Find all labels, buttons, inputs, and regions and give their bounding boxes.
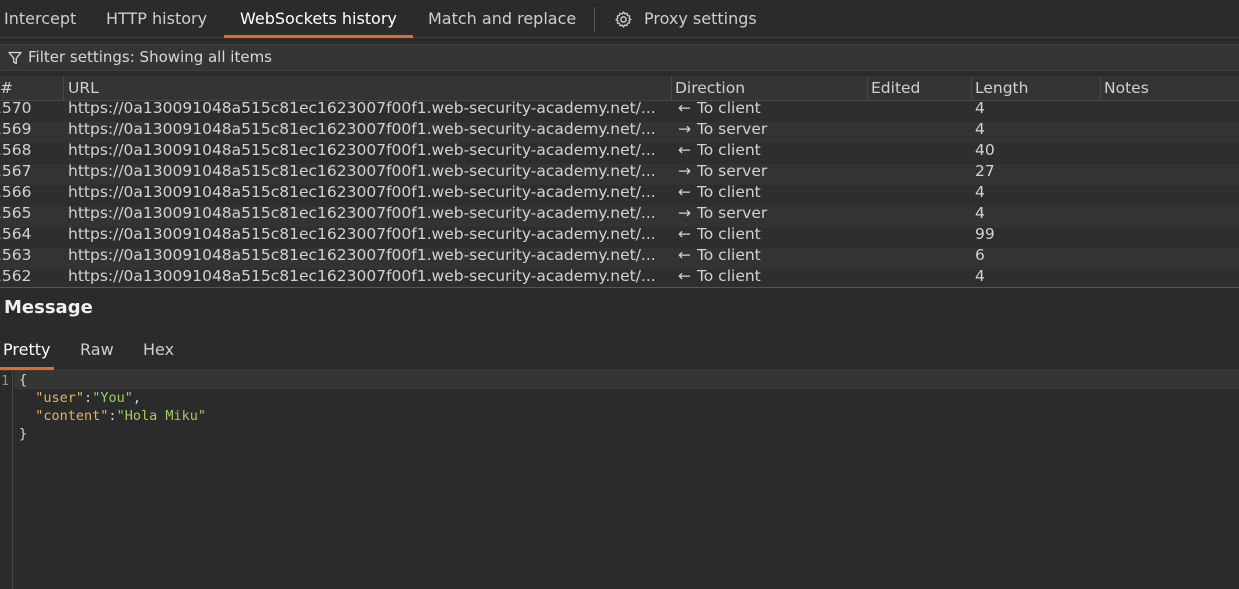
row-url: https://0a130091048a515c81ec1623007f00f1… (68, 269, 656, 285)
column-header-notes[interactable]: Notes (1100, 76, 1239, 101)
table-row[interactable]: 1566 https://0a130091048a515c81ec1623007… (0, 185, 1239, 206)
row-url: https://0a130091048a515c81ec1623007f00f1… (68, 227, 656, 243)
column-header-url[interactable]: URL (64, 76, 672, 101)
arrow-left-icon: ← (678, 101, 691, 117)
json-key-user: "user" (35, 390, 85, 406)
arrow-left-icon: ← (678, 185, 691, 201)
column-header-number[interactable]: # (0, 76, 64, 101)
arrow-right-icon: → (678, 122, 691, 138)
tab-raw[interactable]: Raw (80, 334, 114, 370)
filter-settings-bar[interactable]: Filter settings: Showing all items (0, 44, 1239, 71)
brace-open: { (19, 372, 28, 388)
row-length: 4 (975, 101, 985, 117)
arrow-left-icon: ← (678, 143, 691, 159)
code-line: "user":"You", (35, 390, 141, 406)
row-direction-label: To client (696, 269, 761, 285)
row-length: 4 (975, 269, 985, 285)
message-panel-title: Message (4, 297, 93, 318)
row-length: 6 (975, 248, 985, 264)
code-line: } (14, 425, 1239, 443)
row-direction: ← To client (678, 269, 858, 287)
arrow-left-icon: ← (678, 248, 691, 264)
filter-settings-text: Filter settings: Showing all items (28, 48, 272, 66)
arrow-right-icon: → (678, 206, 691, 222)
row-direction-label: To client (696, 185, 761, 201)
message-editor[interactable]: { "user":"You", "content":"Hola Miku" } (14, 371, 1239, 443)
code-line: "content":"Hola Miku" (35, 408, 206, 424)
row-url: https://0a130091048a515c81ec1623007f00f1… (68, 206, 656, 222)
tab-separator (594, 7, 595, 32)
row-url: https://0a130091048a515c81ec1623007f00f1… (68, 185, 656, 201)
row-number: 1564 (0, 227, 32, 243)
row-direction-label: To server (696, 122, 768, 138)
row-direction: ← To client (678, 143, 858, 164)
tab-http-history[interactable]: HTTP history (90, 0, 223, 38)
row-direction-label: To client (696, 248, 761, 264)
row-direction: → To server (678, 164, 858, 185)
panel-divider[interactable] (0, 287, 1239, 288)
table-row[interactable]: 1563 https://0a130091048a515c81ec1623007… (0, 248, 1239, 269)
row-number: 1569 (0, 122, 32, 138)
row-number: 1566 (0, 185, 32, 201)
row-direction-label: To server (696, 164, 768, 180)
table-row[interactable]: 1562 https://0a130091048a515c81ec1623007… (0, 269, 1239, 287)
column-header-direction[interactable]: Direction (671, 76, 868, 101)
row-length: 4 (975, 185, 985, 201)
arrow-right-icon: → (678, 164, 691, 180)
row-number: 1565 (0, 206, 32, 222)
json-value-user: "You" (92, 390, 133, 406)
row-number: 1567 (0, 164, 32, 180)
row-url: https://0a130091048a515c81ec1623007f00f1… (68, 101, 656, 117)
filter-icon (8, 51, 22, 65)
column-header-length[interactable]: Length (971, 76, 1101, 101)
row-direction: ← To client (678, 248, 858, 269)
line-number-gutter (0, 371, 13, 589)
row-direction: → To server (678, 206, 858, 227)
code-line: { (14, 371, 1239, 389)
row-direction-label: To server (696, 206, 768, 222)
table-row[interactable]: 1570 https://0a130091048a515c81ec1623007… (0, 101, 1239, 122)
row-length: 4 (975, 122, 985, 138)
row-length: 27 (975, 164, 995, 180)
row-number: 1562 (0, 269, 32, 285)
row-url: https://0a130091048a515c81ec1623007f00f1… (68, 122, 656, 138)
row-direction: ← To client (678, 185, 858, 206)
table-header: # URL Direction Edited Length Notes (0, 76, 1239, 101)
websockets-table: 1570 https://0a130091048a515c81ec1623007… (0, 101, 1239, 287)
table-row[interactable]: 1567 https://0a130091048a515c81ec1623007… (0, 164, 1239, 185)
row-direction: ← To client (678, 227, 858, 248)
tab-websockets-history[interactable]: WebSockets history (224, 0, 413, 38)
row-number: 1563 (0, 248, 32, 264)
brace-close: } (19, 426, 28, 442)
table-row[interactable]: 1564 https://0a130091048a515c81ec1623007… (0, 227, 1239, 248)
row-url: https://0a130091048a515c81ec1623007f00f1… (68, 248, 656, 264)
json-key-content: "content" (35, 408, 109, 424)
row-direction: → To server (678, 122, 858, 143)
tab-proxy-settings[interactable]: Proxy settings (628, 0, 773, 38)
row-direction: ← To client (678, 101, 858, 122)
table-row[interactable]: 1565 https://0a130091048a515c81ec1623007… (0, 206, 1239, 227)
row-url: https://0a130091048a515c81ec1623007f00f1… (68, 164, 656, 180)
tab-match-and-replace[interactable]: Match and replace (412, 0, 592, 38)
arrow-left-icon: ← (678, 269, 691, 285)
row-length: 40 (975, 143, 995, 159)
tab-pretty[interactable]: Pretty (0, 334, 55, 370)
row-direction-label: To client (696, 143, 761, 159)
arrow-left-icon: ← (678, 227, 691, 243)
table-row[interactable]: 1568 https://0a130091048a515c81ec1623007… (0, 143, 1239, 164)
proxy-tab-bar: Intercept HTTP history WebSockets histor… (0, 0, 1239, 38)
row-url: https://0a130091048a515c81ec1623007f00f1… (68, 143, 656, 159)
row-direction-label: To client (696, 101, 761, 117)
tab-intercept[interactable]: Intercept (0, 0, 92, 38)
line-number: 1 (1, 374, 9, 389)
row-length: 4 (975, 206, 985, 222)
column-header-edited[interactable]: Edited (867, 76, 972, 101)
row-number: 1570 (0, 101, 32, 117)
row-length: 99 (975, 227, 995, 243)
table-row[interactable]: 1569 https://0a130091048a515c81ec1623007… (0, 122, 1239, 143)
json-value-content: "Hola Miku" (116, 408, 206, 424)
row-direction-label: To client (696, 227, 761, 243)
tab-hex[interactable]: Hex (143, 334, 174, 370)
row-number: 1568 (0, 143, 32, 159)
